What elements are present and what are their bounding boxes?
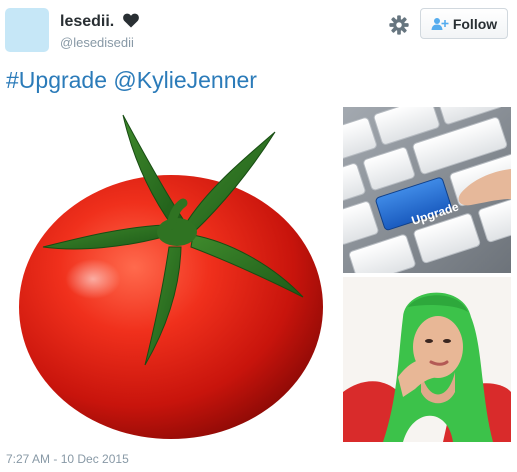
gear-icon[interactable]: [388, 14, 410, 36]
green-hair-person-photo[interactable]: [343, 277, 511, 442]
follow-button[interactable]: Follow: [420, 8, 508, 39]
follow-label: Follow: [452, 15, 498, 32]
tweet-timestamp[interactable]: 7:27 AM - 10 Dec 2015: [6, 452, 129, 466]
user-handle[interactable]: @lesedisedii: [60, 35, 134, 50]
add-user-icon: [431, 17, 449, 30]
person-illustration: [343, 277, 511, 442]
heart-icon: [122, 13, 139, 28]
tweet-text: #Upgrade @KylieJenner: [6, 67, 257, 94]
avatar[interactable]: [5, 8, 49, 52]
display-name-text[interactable]: lesedii.: [60, 13, 114, 30]
keyboard-illustration: Upgrade: [343, 107, 511, 273]
hashtag-link[interactable]: #Upgrade: [6, 67, 107, 93]
tomato-illustration: [19, 114, 323, 439]
tomato-photo[interactable]: [5, 107, 337, 442]
upgrade-keyboard-photo[interactable]: Upgrade: [343, 107, 511, 273]
display-name[interactable]: lesedii.: [60, 13, 139, 31]
mention-link[interactable]: @KylieJenner: [113, 67, 257, 93]
